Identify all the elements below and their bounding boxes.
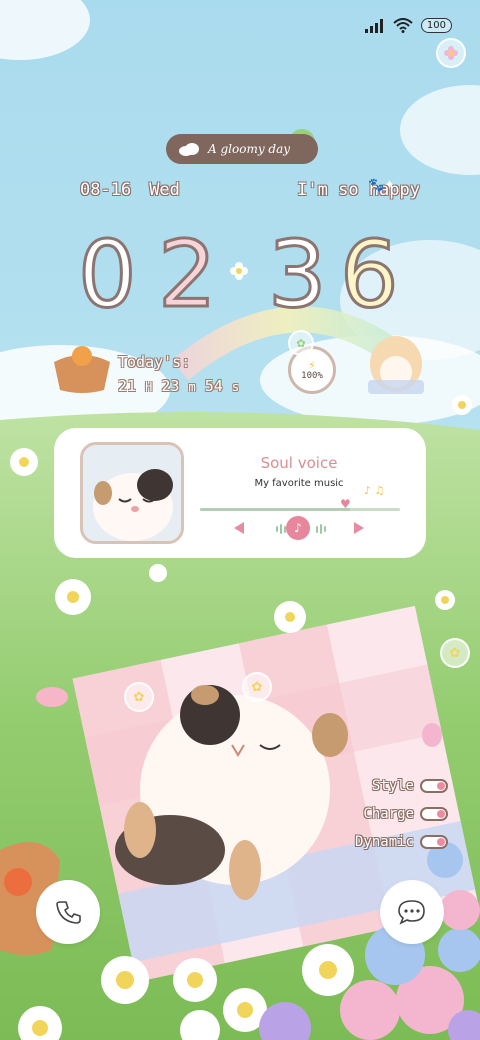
guinea-pig-illustration (83, 445, 181, 541)
countdown-hours: 21 (118, 377, 137, 395)
flower-icon: ✿ (251, 679, 263, 695)
cloud-icon (179, 143, 199, 156)
toggle-charge-label: Charge (363, 806, 414, 822)
countdown-minutes-unit: m (188, 380, 196, 394)
clock-digit-hour-1: 0 (78, 228, 137, 318)
flower-icon: ✿ (133, 689, 145, 705)
clock-digit-minute-1: 3 (268, 228, 327, 318)
mood-text: I'm so happy (297, 180, 420, 200)
flower-button-right[interactable]: ✿ (440, 638, 470, 668)
today-countdown: Today's: 21 H 23 m 54 s (118, 350, 239, 399)
countdown-seconds-unit: s (231, 380, 240, 394)
daisy-icon (230, 262, 248, 284)
toggle-charge[interactable]: Charge (363, 806, 448, 822)
waveform-left (276, 524, 286, 534)
previous-button[interactable] (234, 522, 244, 534)
progress-fill (200, 508, 350, 511)
next-button[interactable] (354, 522, 364, 534)
heart-icon: ♥ (340, 497, 351, 511)
music-widget[interactable]: Soul voice My favorite music ♥ ♪ ♫ ♪ (54, 428, 426, 558)
music-note-icon: ♪ ♫ (364, 484, 385, 497)
battery-indicator: 100 (420, 18, 452, 33)
flower-button-center[interactable]: ✿ (242, 672, 272, 702)
wifi-icon (393, 18, 413, 33)
flower-button[interactable] (436, 38, 466, 68)
toggle-list: Style Charge Dynamic (355, 778, 448, 850)
flower-icon (444, 46, 458, 60)
song-title: Soul voice (260, 454, 338, 472)
toggle-dynamic-switch[interactable] (420, 835, 448, 849)
paw-icon: 🐾✦ (368, 178, 396, 193)
toggle-charge-switch[interactable] (420, 807, 448, 821)
weather-text: A gloomy day (208, 142, 291, 156)
waveform-right (316, 524, 326, 534)
message-button[interactable] (380, 880, 444, 944)
toggle-dynamic[interactable]: Dynamic (355, 834, 448, 850)
countdown-hours-unit: H (145, 380, 153, 394)
progress-bar[interactable] (200, 508, 400, 511)
phone-button[interactable] (36, 880, 100, 944)
flower-button-left[interactable]: ✿ (124, 682, 154, 712)
clock-digit-hour-2: 2 (158, 228, 217, 318)
weekday-text: Wed (149, 180, 180, 200)
music-note-icon: ♪ (294, 521, 302, 535)
weather-pill[interactable]: A gloomy day (166, 134, 318, 164)
countdown-seconds: 54 (204, 377, 223, 395)
toggle-style-label: Style (371, 778, 414, 794)
today-label: Today's: (118, 353, 191, 371)
battery-flower-badge: ✿ (288, 330, 314, 356)
toggle-style-switch[interactable] (420, 779, 448, 793)
countdown-minutes: 23 (161, 377, 180, 395)
toggle-dynamic-label: Dynamic (354, 834, 414, 850)
date-text: 08-16 (80, 180, 132, 200)
battery-widget-value: 100% (301, 370, 323, 381)
message-icon (398, 900, 425, 925)
phone-icon (56, 901, 81, 924)
album-art[interactable] (80, 442, 184, 544)
toggle-style[interactable]: Style (372, 778, 448, 794)
play-pause-button[interactable]: ♪ (286, 516, 310, 540)
clock-digit-minute-2: 6 (340, 228, 399, 318)
flower-icon: ✿ (449, 645, 461, 661)
flower-icon: ✿ (296, 336, 306, 350)
status-bar: 100 (364, 18, 452, 33)
signal-icon (364, 18, 383, 33)
lightning-icon: ⚡ (308, 358, 316, 372)
